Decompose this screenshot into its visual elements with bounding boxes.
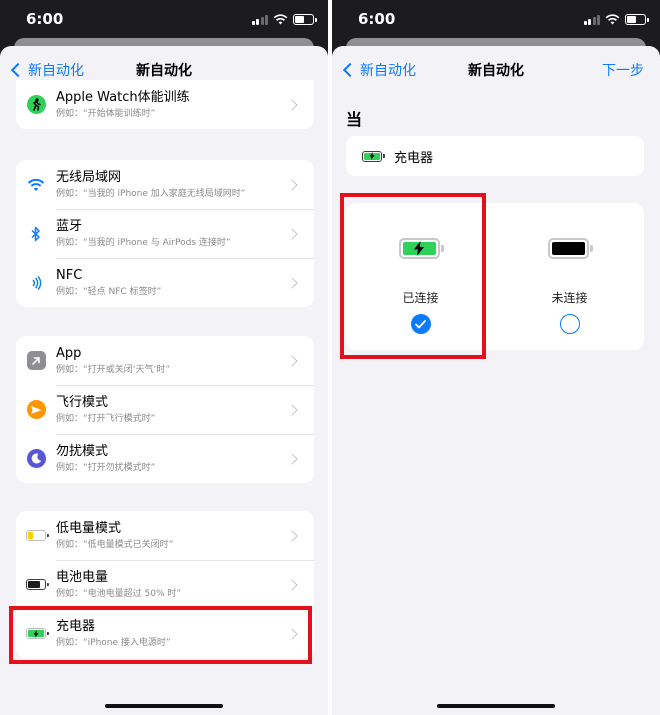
row-subtitle: 例如：“打开勿扰模式时” (56, 462, 156, 473)
row-subtitle: 例如：“打开飞行模式时” (56, 413, 156, 424)
status-icons (251, 14, 317, 25)
list-item-nfc[interactable]: NFC 例如：“轻点 NFC 标签时” (16, 258, 314, 307)
battery-status-icon (625, 14, 649, 25)
row-subtitle: 例如：“低电量模式已关闭时” (56, 539, 174, 550)
trigger-summary: 充电器 (346, 136, 644, 176)
bluetooth-icon (16, 226, 56, 242)
battery-status-icon (293, 14, 317, 25)
list-item-bluetooth[interactable]: 蓝牙例如：“当我的 iPhone 与 AirPods 连接时” (16, 209, 314, 258)
chevron-right-icon (286, 354, 298, 367)
chevron-right-icon (286, 98, 298, 111)
chevron-right-icon (286, 227, 298, 240)
status-icons (583, 14, 649, 25)
charging-battery-icon (362, 150, 385, 162)
status-time: 6:00 (358, 10, 396, 28)
next-button[interactable]: 下一步 (602, 60, 644, 80)
battery-level-icon (26, 579, 49, 590)
chevron-right-icon (286, 578, 298, 591)
row-title: 低电量模式 (56, 520, 122, 536)
chevron-right-icon (286, 452, 298, 465)
row-title: 电池电量 (56, 569, 109, 585)
row-title: NFC (56, 267, 83, 283)
status-bar: 6:00 (332, 0, 660, 40)
radio-unselected[interactable] (559, 314, 580, 334)
home-indicator (105, 704, 223, 708)
cellular-signal-icon (583, 14, 600, 25)
row-title: 蓝牙 (56, 218, 83, 234)
wifi-icon (16, 178, 56, 192)
row-subtitle: 例如：“打开或关闭‘天气’时” (56, 364, 171, 375)
option-disconnected[interactable]: 未连接 (495, 203, 644, 350)
row-title: Apple Watch体能训练 (56, 89, 190, 105)
option-label: 未连接 (551, 291, 588, 305)
charger-trigger-sheet: 新自动化 新自动化 下一步 当 充电器 已连接 未连接 (332, 46, 660, 715)
row-subtitle: 例如：“当我的 iPhone 与 AirPods 连接时” (56, 237, 231, 248)
left-screen: 6:00 新自动化 新自动化 Apple Watch体能训练 例如：“开始体能训练… (0, 0, 328, 715)
battery-full-icon (547, 238, 593, 259)
chevron-right-icon (286, 276, 298, 289)
list-item-airplane-mode[interactable]: 飞行模式例如：“打开飞行模式时” (16, 385, 314, 434)
status-time: 6:00 (26, 10, 64, 28)
moon-icon (26, 449, 46, 468)
row-subtitle: 例如：“开始体能训练时” (56, 108, 156, 119)
wifi-status-icon (605, 14, 620, 25)
list-item-wifi[interactable]: 无线局域网例如：“当我的 iPhone 加入家庭无线局域网时” (16, 160, 314, 209)
row-title: 飞行模式 (56, 394, 109, 410)
chevron-right-icon (286, 403, 298, 416)
group-modes: App 例如：“打开或关闭‘天气’时” 飞行模式例如：“打开飞行模式时” 勿扰模式… (16, 336, 314, 483)
row-subtitle: 例如：“当我的 iPhone 加入家庭无线局域网时” (56, 188, 246, 199)
workout-figure-icon (26, 95, 46, 114)
group-watch: Apple Watch体能训练例如：“开始体能训练时” (16, 80, 314, 129)
cellular-signal-icon (251, 14, 268, 25)
home-indicator (437, 704, 555, 708)
chevron-right-icon (286, 529, 298, 542)
status-bar: 6:00 (0, 0, 328, 40)
row-title: 勿扰模式 (56, 443, 109, 459)
list-item-do-not-disturb[interactable]: 勿扰模式例如：“打开勿扰模式时” (16, 434, 314, 483)
wifi-status-icon (273, 14, 288, 25)
row-subtitle: 例如：“轻点 NFC 标签时” (56, 286, 162, 297)
nfc-icon (16, 275, 56, 290)
annotation-highlight-connected (340, 193, 486, 359)
annotation-highlight-charger (9, 606, 312, 664)
chevron-right-icon (286, 178, 298, 191)
row-title: 无线局域网 (56, 169, 122, 185)
section-label-when: 当 (346, 110, 363, 129)
airplane-icon (26, 400, 46, 419)
row-title: App (56, 345, 82, 361)
trigger-label: 充电器 (394, 150, 434, 166)
group-connectivity: 无线局域网 例如：“当我的 iPhone 加入家庭无线局域网时” 蓝牙 例如：“当我… (16, 160, 314, 307)
app-arrow-icon (26, 351, 46, 370)
right-screen: 6:00 新自动化 新自动化 下一步 当 充电器 已连接 未连接 (332, 0, 660, 715)
list-item-low-power-mode[interactable]: 低电量模式例如：“低电量模式已关闭时” (16, 511, 314, 560)
row-subtitle: 例如：“电池电量超过 50% 时” (56, 588, 182, 599)
nav-title: 新自动化 (136, 63, 192, 79)
list-item-battery-level[interactable]: 电池电量例如：“电池电量超过 50% 时” (16, 560, 314, 609)
list-item-app[interactable]: App 例如：“打开或关闭‘天气’时” (16, 336, 314, 385)
nav-bar: 新自动化 新自动化 下一步 (332, 46, 660, 92)
list-item-watch-workout[interactable]: Apple Watch体能训练例如：“开始体能训练时” (16, 80, 314, 129)
low-battery-icon (26, 530, 49, 541)
